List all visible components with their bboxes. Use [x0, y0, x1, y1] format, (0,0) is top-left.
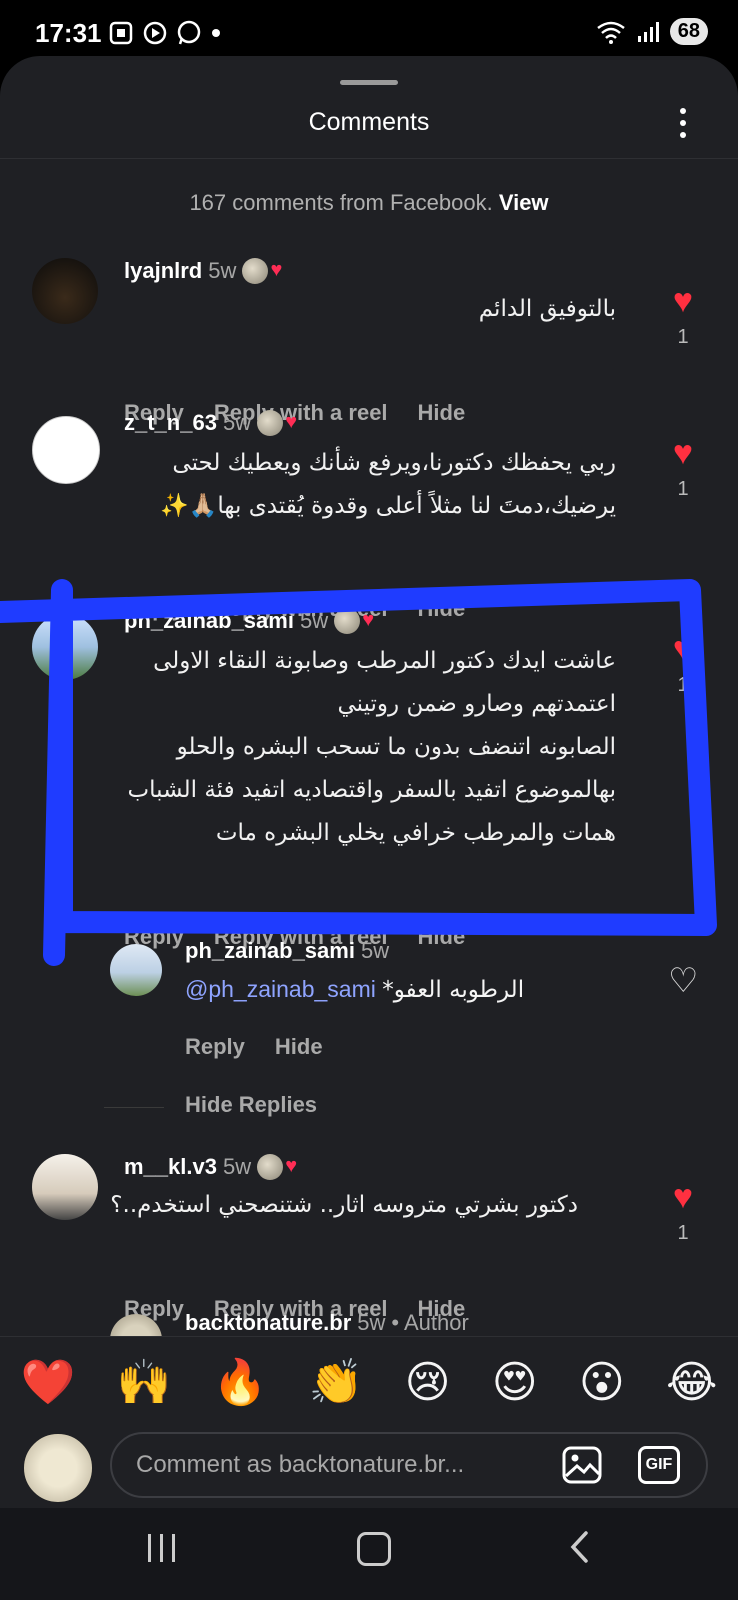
emoji-surprised-button[interactable]: 😮	[579, 1357, 625, 1408]
reply-item: ph_zainab_sami 5w @ph_zainab_sami الرطوب…	[0, 938, 738, 1068]
view-facebook-link[interactable]: View	[499, 190, 549, 215]
comment-username[interactable]: backtonature.br	[185, 1310, 351, 1336]
signal-icon	[637, 21, 659, 42]
reply-text: @ph_zainab_sami الرطوبه العفو*	[185, 976, 525, 1003]
recents-icon[interactable]	[148, 1534, 175, 1562]
home-icon[interactable]	[357, 1532, 391, 1566]
header-divider	[0, 158, 738, 159]
comment-time: 5w	[222, 410, 252, 435]
comment-time: 5w	[299, 608, 329, 633]
emoji-raised-hands-button[interactable]: 🙌	[117, 1356, 172, 1408]
creator-liked-icon: ♥	[334, 608, 374, 634]
comment-text: ربي يحفظك دكتورنا،ويرفع شأنك ويعطيك لحتى…	[160, 450, 616, 519]
replies-thread-line	[104, 1107, 164, 1108]
comment-username[interactable]: lyajnlrd	[124, 258, 202, 284]
comment-item: m__kl.v3 5w ♥ دكتور بشرتي متروسه اثار.. …	[0, 1154, 738, 1321]
emoji-clap-button[interactable]: 👏	[309, 1356, 364, 1408]
author-label: • Author	[391, 1310, 469, 1335]
like-heart-icon[interactable]: ♥	[668, 1180, 698, 1214]
system-nav-bar	[0, 1508, 738, 1600]
comment-username[interactable]: ph_zainab_sami	[124, 608, 294, 634]
avatar[interactable]	[32, 258, 98, 324]
comment-item: z_t_n_63 5w ♥ ربي يحفظك دكتورنا،ويرفع شأ…	[0, 410, 738, 621]
notification-icons	[108, 20, 222, 46]
comment-item: lyajnlrd 5w ♥ بالتوفيق الدائم Reply Repl…	[0, 258, 738, 425]
comment-text: عاشت ايدك دكتور المرطب وصابونة النقاء ال…	[127, 648, 616, 846]
hide-replies-button[interactable]: Hide Replies	[185, 1092, 317, 1118]
back-icon[interactable]	[568, 1530, 592, 1564]
hide-button[interactable]: Hide	[275, 1034, 323, 1060]
comment-input[interactable]: Comment as backtonature.br... GIF	[110, 1432, 708, 1498]
avatar[interactable]	[32, 1154, 98, 1220]
comment-time: 5w	[357, 1310, 386, 1335]
comment-composer: Comment as backtonature.br... GIF	[0, 1426, 738, 1508]
reply-time: 5w	[360, 938, 390, 963]
like-count: 1	[677, 1222, 689, 1244]
emoji-fire-button[interactable]: 🔥	[213, 1356, 268, 1408]
emoji-laugh-button[interactable]: 😂	[666, 1357, 717, 1408]
status-time: 17:31	[35, 18, 102, 48]
comment-username[interactable]: z_t_n_63	[124, 410, 217, 436]
comments-sheet: Comments 167 comments from Facebook. Vie…	[0, 56, 738, 1508]
like-heart-icon[interactable]: ♥	[668, 284, 698, 318]
emoji-cry-button[interactable]: 😢	[405, 1357, 451, 1408]
sheet-title: Comments	[308, 108, 430, 136]
like-heart-icon[interactable]: ♥	[668, 436, 698, 470]
emoji-heart-eyes-button[interactable]: 😍	[492, 1357, 538, 1408]
play-icon	[143, 21, 167, 45]
comment-time: 5w	[222, 1154, 252, 1179]
facebook-comments-note: 167 comments from Facebook. View	[0, 190, 738, 216]
wifi-icon	[596, 21, 625, 44]
avatar[interactable]	[110, 944, 162, 996]
drag-handle[interactable]	[340, 80, 398, 85]
facebook-note-text: 167 comments from Facebook.	[189, 190, 493, 215]
reply-button[interactable]: Reply	[185, 1034, 245, 1060]
whatsapp-icon	[177, 20, 201, 45]
like-count: 1	[677, 326, 689, 348]
comment-text: دكتور بشرتي متروسه اثار.. شتنصحني استخدم…	[110, 1192, 578, 1218]
avatar[interactable]	[32, 416, 100, 484]
like-heart-icon[interactable]: ♥	[668, 632, 698, 666]
comment-input-placeholder: Comment as backtonature.br...	[136, 1451, 465, 1478]
creator-liked-icon: ♥	[257, 1154, 297, 1180]
avatar[interactable]	[32, 614, 98, 680]
comment-time: 5w	[208, 258, 237, 283]
emoji-heart-button[interactable]: ❤️	[21, 1356, 76, 1408]
comment-username[interactable]: m__kl.v3	[124, 1154, 217, 1180]
comment-text: بالتوفيق الدائم	[478, 296, 616, 322]
creator-liked-icon: ♥	[257, 410, 297, 436]
emoji-quick-bar: ❤️ 🙌 🔥 👏 😢 😍 😮 😂	[0, 1336, 738, 1427]
like-count: 1	[677, 674, 689, 696]
battery-indicator: 68	[669, 18, 708, 45]
my-avatar	[24, 1434, 92, 1502]
mention-link[interactable]: @ph_zainab_sami	[185, 976, 376, 1002]
reply-username[interactable]: ph_zainab_sami	[185, 938, 355, 964]
dot-icon	[212, 29, 220, 37]
like-heart-outline-icon[interactable]: ♡	[668, 964, 698, 998]
screenshot-icon	[109, 21, 133, 45]
comment-item: ph_zainab_sami 5w ♥ عاشت ايدك دكتور المر…	[0, 608, 738, 949]
more-options-icon[interactable]	[680, 108, 688, 138]
creator-liked-icon: ♥	[242, 258, 282, 284]
gif-button[interactable]: GIF	[638, 1446, 680, 1484]
like-count: 1	[677, 478, 689, 500]
image-attach-icon[interactable]	[562, 1446, 602, 1484]
